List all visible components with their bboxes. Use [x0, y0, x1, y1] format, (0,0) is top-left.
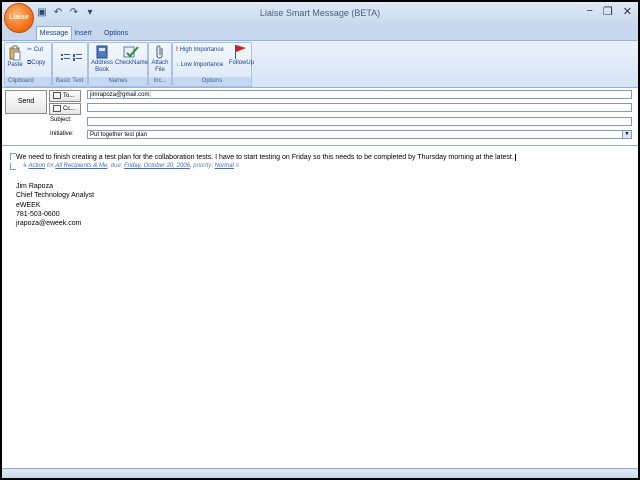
- basic-text-group: Basic Text: [52, 42, 88, 87]
- message-body[interactable]: We need to finish creating a test plan f…: [2, 146, 638, 468]
- window-controls: − ❐ ✕: [586, 5, 632, 18]
- include-group: Attach File Inc...: [148, 42, 172, 87]
- send-button[interactable]: Send: [5, 90, 47, 114]
- title-bar: ▣ ↶ ↷ ▾ Liaise Smart Message (BETA) − ❐ …: [2, 2, 638, 26]
- tab-message[interactable]: Message: [36, 26, 72, 40]
- status-bar: [2, 468, 638, 478]
- options-group: ! High Importance ↓ Low Importance Follo…: [172, 42, 254, 87]
- app-logo-button[interactable]: Liaise: [4, 3, 34, 33]
- ribbon-tabs: Message Insert Options: [2, 26, 638, 40]
- due-date-link[interactable]: Friday, October 20, 2006: [124, 163, 190, 169]
- message-window: ▣ ↶ ↷ ▾ Liaise Smart Message (BETA) − ❐ …: [2, 2, 638, 478]
- numbered-list-icon: [72, 54, 82, 61]
- minimize-button[interactable]: −: [586, 5, 592, 18]
- paste-icon: [9, 45, 21, 61]
- signature-title: Chief Technology Analyst: [16, 192, 95, 200]
- address-book-icon: [53, 91, 61, 99]
- to-field[interactable]: jimrapoza@gmail.com;: [87, 90, 632, 99]
- cut-button[interactable]: ✂ Cut: [27, 47, 49, 54]
- action-item-text[interactable]: We need to finish creating a test plan f…: [16, 154, 518, 161]
- to-button[interactable]: To...: [49, 90, 81, 102]
- clipboard-group: Paste ✂ Cut ⧉Copy Clipboard: [4, 42, 52, 87]
- low-importance-button[interactable]: ↓ Low Importance: [176, 62, 230, 69]
- cc-button[interactable]: Cc...: [49, 103, 81, 115]
- ribbon: Paste ✂ Cut ⧉Copy Clipboard Basic Text A…: [2, 40, 638, 88]
- high-importance-button[interactable]: ! High Importance: [176, 47, 230, 54]
- high-importance-icon: !: [176, 47, 178, 53]
- initiative-label: Initiative:: [50, 131, 74, 137]
- subject-field[interactable]: [87, 117, 632, 126]
- tab-options[interactable]: Options: [102, 27, 130, 40]
- signature: Jim Rapoza Chief Technology Analyst eWEE…: [16, 182, 94, 228]
- restore-button[interactable]: ❐: [603, 5, 613, 18]
- action-type-link[interactable]: Action: [28, 163, 45, 169]
- action-item-meta: ↳ Action for All Recipients & Me, due: F…: [22, 163, 240, 169]
- close-button[interactable]: ✕: [623, 5, 632, 18]
- numbering-button[interactable]: [72, 53, 82, 65]
- details-icon[interactable]: ≡: [234, 163, 240, 169]
- names-group-label: Names: [89, 77, 147, 86]
- action-arrow-icon: ↳: [22, 163, 28, 169]
- scissors-icon: ✂: [27, 47, 33, 53]
- address-book-icon: [96, 45, 108, 59]
- basic-text-group-label: Basic Text: [53, 77, 87, 86]
- signature-phone: 781-503-0600: [16, 210, 60, 218]
- dropdown-arrow-icon[interactable]: ▼: [622, 131, 631, 138]
- initiative-dropdown[interactable]: Put together test plan ▼: [87, 130, 632, 139]
- include-group-label: Inc...: [149, 77, 171, 86]
- bullets-button[interactable]: [60, 53, 70, 65]
- low-importance-icon: ↓: [176, 62, 179, 68]
- address-book-icon: [53, 104, 61, 112]
- signature-name: Jim Rapoza: [16, 183, 53, 190]
- attach-file-button[interactable]: Attach File: [150, 45, 170, 74]
- flag-icon: [235, 45, 246, 59]
- paste-button[interactable]: Paste: [7, 45, 23, 69]
- address-book-button[interactable]: Address Book: [90, 45, 114, 74]
- cc-field[interactable]: [87, 103, 632, 112]
- check-names-button[interactable]: CheckNames: [115, 45, 151, 67]
- options-group-label: Options: [173, 77, 251, 86]
- check-names-icon: [123, 46, 139, 58]
- window-title: Liaise Smart Message (BETA): [259, 8, 381, 18]
- subject-label: Subject:: [50, 117, 72, 123]
- signature-company: eWEEK: [16, 201, 41, 209]
- clipboard-group-label: Clipboard: [5, 77, 51, 86]
- signature-email: jrapoza@eweek.com: [16, 220, 82, 228]
- copy-button[interactable]: ⧉Copy: [27, 60, 51, 67]
- paperclip-icon: [156, 45, 163, 59]
- recipients-link[interactable]: All Recipients & Me: [55, 163, 107, 169]
- action-bracket: [10, 163, 16, 170]
- follow-up-button[interactable]: FollowUp: [229, 44, 254, 67]
- tab-insert[interactable]: Insert: [72, 27, 94, 40]
- text-cursor: [514, 154, 518, 161]
- names-group: Address Book CheckNames Names: [88, 42, 151, 87]
- bullet-list-icon: [60, 54, 70, 60]
- priority-link[interactable]: Normal: [215, 163, 234, 169]
